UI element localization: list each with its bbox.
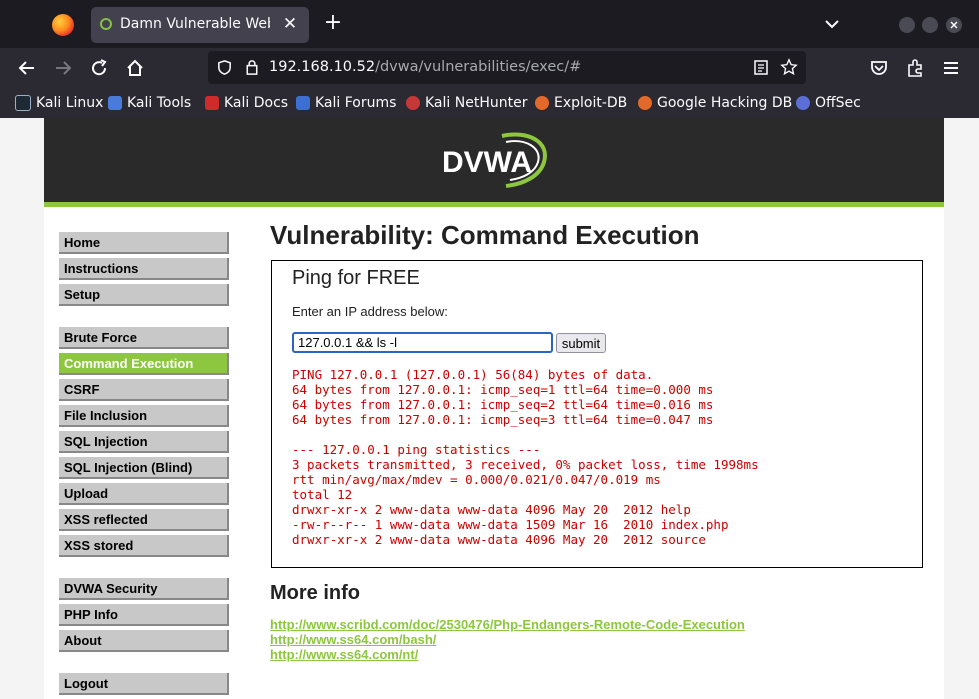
main-wrapper: Home Instructions Setup Brute Force Comm… <box>44 207 944 699</box>
svg-text:DVWA: DVWA <box>442 146 532 179</box>
url-text: 192.168.10.52/dvwa/vulnerabilities/exec/… <box>269 59 581 75</box>
menu-item-sql-injection-blind[interactable]: SQL Injection (Blind) <box>59 457 229 479</box>
url-path: /dvwa/vulnerabilities/exec/# <box>375 59 582 75</box>
shield-icon[interactable] <box>216 59 233 76</box>
menu-item-dvwa-security[interactable]: DVWA Security <box>59 578 229 600</box>
menu-item-sql-injection[interactable]: SQL Injection <box>59 431 229 453</box>
dvwa-header: DVWA <box>44 118 944 207</box>
bookmark-label: Exploit-DB <box>554 95 628 111</box>
url-bar[interactable]: 192.168.10.52/dvwa/vulnerabilities/exec/… <box>208 51 806 84</box>
extensions-icon[interactable] <box>904 57 926 79</box>
home-icon[interactable] <box>124 57 146 79</box>
navigation-bar: 192.168.10.52/dvwa/vulnerabilities/exec/… <box>0 48 979 88</box>
bookmark-label: Kali Linux <box>36 95 104 111</box>
tab-bar: Damn Vulnerable Web Ap ✕ + <box>0 0 979 48</box>
page-info-icon[interactable] <box>244 59 260 76</box>
dvwa-favicon-icon <box>100 18 112 30</box>
nethunter-icon <box>406 96 420 110</box>
menu-item-xss-stored[interactable]: XSS stored <box>59 535 229 557</box>
menu-item-instructions[interactable]: Instructions <box>59 258 229 280</box>
bookmarks-bar: Kali Linux Kali Tools Kali Docs Kali For… <box>0 88 979 118</box>
back-arrow-icon[interactable] <box>16 57 38 79</box>
ip-prompt-label: Enter an IP address below: <box>292 304 448 319</box>
chevron-down-icon[interactable] <box>822 14 842 34</box>
kali-tools-icon <box>108 96 122 110</box>
close-window-icon[interactable] <box>946 17 962 33</box>
bookmark-kali-forums[interactable]: Kali Forums <box>296 94 396 112</box>
menu-item-php-info[interactable]: PHP Info <box>59 604 229 626</box>
bookmark-label: Kali NetHunter <box>425 95 528 111</box>
more-info-link-scribd[interactable]: http://www.scribd.com/doc/2530476/Php-En… <box>270 617 745 632</box>
close-tab-icon[interactable]: ✕ <box>279 13 301 35</box>
bookmark-label: Kali Docs <box>224 95 289 111</box>
bookmark-kali-docs[interactable]: Kali Docs <box>205 94 288 112</box>
firefox-menu-icon[interactable] <box>52 14 74 36</box>
page-title: Vulnerability: Command Execution <box>270 220 700 250</box>
more-info-link-ss64-nt[interactable]: http://www.ss64.com/nt/ <box>270 647 418 662</box>
kali-icon <box>15 95 31 111</box>
minimize-window-icon[interactable] <box>899 17 915 33</box>
bookmark-label: Kali Forums <box>315 95 397 111</box>
exploit-db-icon <box>535 96 549 110</box>
forward-arrow-icon[interactable] <box>52 57 74 79</box>
menu-item-setup[interactable]: Setup <box>59 284 229 306</box>
bookmark-offsec[interactable]: OffSec <box>796 94 861 112</box>
bookmark-kali-linux[interactable]: Kali Linux <box>15 94 103 112</box>
bookmark-label: Kali Tools <box>127 95 192 111</box>
bookmark-label: OffSec <box>815 95 861 111</box>
new-tab-icon[interactable]: + <box>321 11 345 35</box>
pocket-icon[interactable] <box>868 57 890 79</box>
active-tab[interactable]: Damn Vulnerable Web Ap ✕ <box>91 7 309 43</box>
reload-icon[interactable] <box>88 57 110 79</box>
page-viewport: DVWA Home Instructions Setup Brute Force… <box>0 118 979 699</box>
menu-item-command-execution[interactable]: Command Execution <box>59 353 229 375</box>
ip-address-input[interactable] <box>292 332 553 353</box>
tab-title: Damn Vulnerable Web Ap <box>120 16 270 32</box>
bookmark-label: Google Hacking DB <box>657 95 793 111</box>
ping-form-title: Ping for FREE <box>292 267 420 289</box>
menu-item-csrf[interactable]: CSRF <box>59 379 229 401</box>
kali-forums-icon <box>296 96 310 110</box>
url-host: 192.168.10.52 <box>269 59 376 75</box>
vulnerable-code-area: Ping for FREE Enter an IP address below:… <box>271 260 923 568</box>
bookmark-kali-nethunter[interactable]: Kali NetHunter <box>406 94 527 112</box>
maximize-window-icon[interactable] <box>922 17 938 33</box>
menu-item-upload[interactable]: Upload <box>59 483 229 505</box>
more-info-heading: More info <box>270 582 360 604</box>
bookmark-kali-tools[interactable]: Kali Tools <box>108 94 191 112</box>
bookmark-exploit-db[interactable]: Exploit-DB <box>535 94 627 112</box>
reader-view-icon[interactable] <box>753 59 769 76</box>
dvwa-logo: DVWA <box>442 132 547 188</box>
bookmark-star-icon[interactable] <box>780 58 798 76</box>
ghdb-icon <box>638 96 652 110</box>
menu-item-xss-reflected[interactable]: XSS reflected <box>59 509 229 531</box>
menu-item-about[interactable]: About <box>59 630 229 652</box>
menu-item-logout[interactable]: Logout <box>59 673 229 695</box>
command-output: PING 127.0.0.1 (127.0.0.1) 56(84) bytes … <box>292 367 759 547</box>
hamburger-menu-icon[interactable] <box>940 57 962 79</box>
kali-docs-icon <box>205 96 219 110</box>
more-info-link-ss64-bash[interactable]: http://www.ss64.com/bash/ <box>270 632 436 647</box>
submit-button[interactable]: submit <box>556 333 606 353</box>
menu-item-home[interactable]: Home <box>59 232 229 254</box>
offsec-icon <box>796 96 810 110</box>
menu-item-file-inclusion[interactable]: File Inclusion <box>59 405 229 427</box>
menu-item-brute-force[interactable]: Brute Force <box>59 327 229 349</box>
bookmark-google-hacking-db[interactable]: Google Hacking DB <box>638 94 792 112</box>
